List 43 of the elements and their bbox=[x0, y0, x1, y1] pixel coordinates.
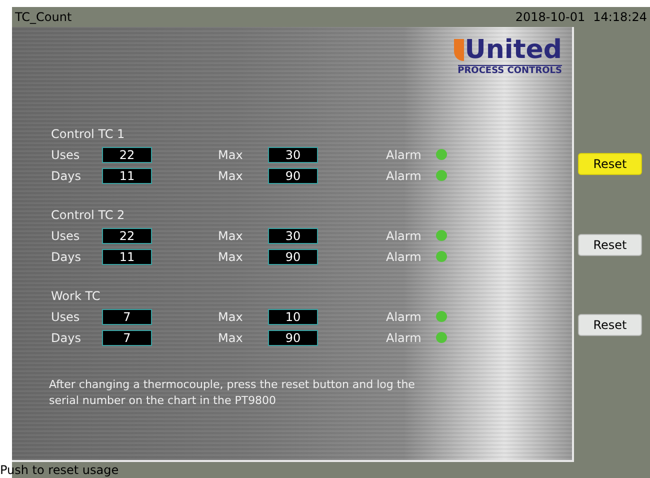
max-display: 90 bbox=[268, 330, 318, 346]
row-label: Days bbox=[51, 248, 82, 266]
alarm-label: Alarm bbox=[386, 228, 422, 244]
alarm-label: Alarm bbox=[386, 146, 422, 164]
date-text: 2018-10-01 bbox=[515, 9, 586, 26]
max-display: 10 bbox=[268, 308, 318, 324]
count-display: 22 bbox=[102, 228, 152, 244]
row-label: Days bbox=[51, 330, 82, 346]
logo-tagline: PROCESS CONTROLS bbox=[458, 65, 562, 76]
row-label: Uses bbox=[51, 308, 81, 326]
row-label: Uses bbox=[51, 146, 81, 164]
max-label: Max bbox=[218, 228, 244, 244]
window-title: TC_Count bbox=[15, 9, 72, 26]
reset-button[interactable]: Reset bbox=[578, 314, 642, 336]
max-display: 30 bbox=[268, 228, 318, 244]
group-title: Control TC 2 bbox=[51, 207, 125, 224]
count-display: 7 bbox=[102, 330, 152, 346]
max-label: Max bbox=[218, 146, 244, 164]
group-title: Control TC 1 bbox=[51, 126, 125, 143]
alarm-label: Alarm bbox=[386, 168, 422, 184]
group-title: Work TC bbox=[51, 288, 100, 305]
max-display: 90 bbox=[268, 248, 318, 264]
max-display: 30 bbox=[268, 146, 318, 162]
reset-button[interactable]: Reset bbox=[578, 153, 642, 175]
count-display: 11 bbox=[102, 168, 152, 184]
logo-mark-icon bbox=[454, 39, 464, 61]
alarm-label: Alarm bbox=[386, 308, 422, 326]
max-label: Max bbox=[218, 330, 244, 346]
row-label: Uses bbox=[51, 228, 81, 244]
row-label: Days bbox=[51, 168, 82, 184]
alarm-label: Alarm bbox=[386, 330, 422, 346]
alarm-label: Alarm bbox=[386, 248, 422, 266]
max-label: Max bbox=[218, 168, 244, 184]
count-display: 7 bbox=[102, 308, 152, 324]
reset-button[interactable]: Reset bbox=[578, 234, 642, 256]
time-text: 14:18:24 bbox=[593, 9, 647, 26]
logo-name: United bbox=[464, 37, 562, 63]
count-display: 22 bbox=[102, 146, 152, 162]
max-label: Max bbox=[218, 308, 244, 326]
count-display: 11 bbox=[102, 248, 152, 264]
instruction-text: After changing a thermocouple, press the reset button and log the serial number on the chart in the PT9800 bbox=[49, 377, 416, 409]
max-label: Max bbox=[218, 248, 244, 266]
max-display: 90 bbox=[268, 168, 318, 184]
